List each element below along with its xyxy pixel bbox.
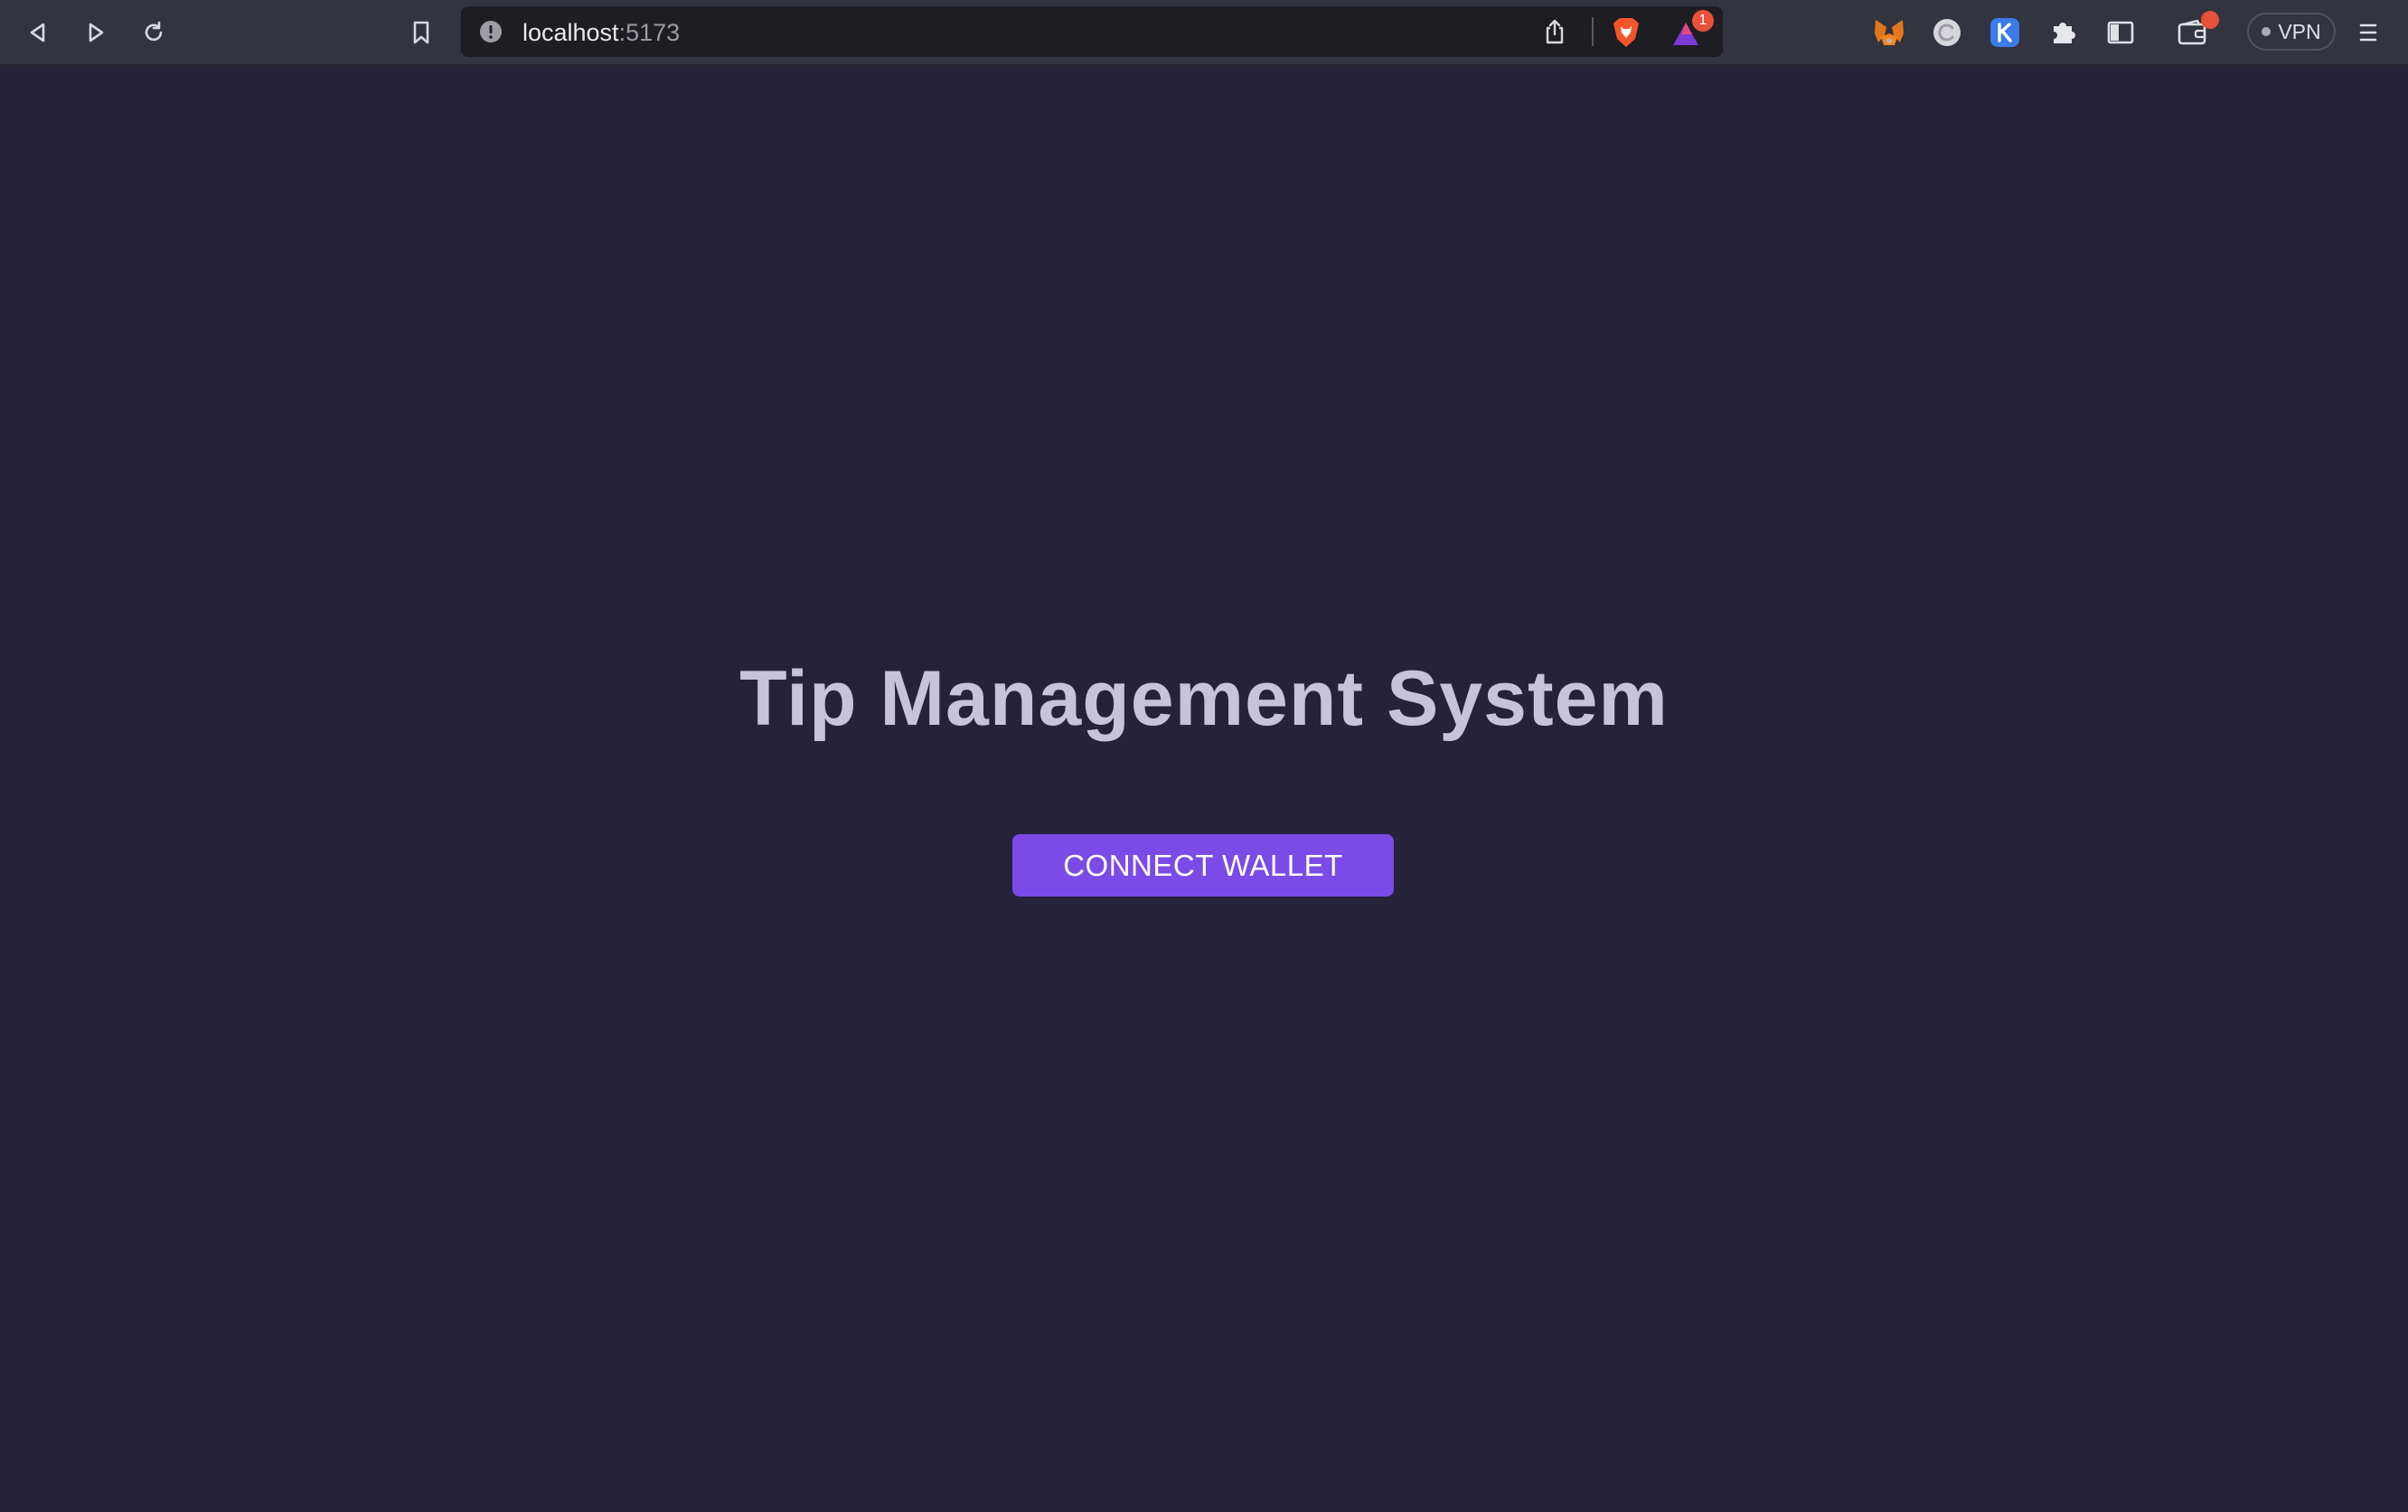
wallet-notification-dot bbox=[2201, 11, 2219, 29]
sidebar-toggle-icon[interactable] bbox=[2102, 14, 2139, 51]
vpn-button[interactable]: VPN bbox=[2247, 13, 2336, 51]
vpn-status-dot bbox=[2262, 27, 2272, 36]
extension-c-icon[interactable] bbox=[1929, 14, 1965, 51]
forward-icon[interactable] bbox=[78, 14, 114, 51]
url-host: localhost bbox=[522, 19, 619, 46]
reload-icon[interactable] bbox=[136, 14, 172, 51]
bookmark-icon[interactable] bbox=[403, 14, 439, 51]
metamask-fox-icon[interactable] bbox=[1871, 14, 1907, 51]
extension-k-icon[interactable] bbox=[1987, 14, 2023, 51]
share-icon[interactable] bbox=[1542, 18, 1567, 50]
page-content: Tip Management System CONNECT WALLET bbox=[0, 65, 2408, 1512]
url-port: :5173 bbox=[618, 19, 681, 46]
connect-wallet-button[interactable]: CONNECT WALLET bbox=[1012, 834, 1394, 897]
extensions-puzzle-icon[interactable] bbox=[2045, 14, 2081, 51]
address-bar[interactable]: localhost:5173 1 bbox=[461, 6, 1723, 57]
back-icon[interactable] bbox=[20, 14, 56, 51]
vpn-label: VPN bbox=[2278, 19, 2321, 43]
rewards-badge: 1 bbox=[1692, 10, 1714, 32]
menu-icon[interactable] bbox=[2350, 14, 2386, 51]
site-info-icon[interactable] bbox=[479, 20, 503, 48]
brave-shields-icon[interactable] bbox=[1611, 15, 1641, 54]
url-text: localhost:5173 bbox=[522, 19, 680, 47]
address-divider bbox=[1592, 17, 1594, 46]
page-title: Tip Management System bbox=[739, 655, 1669, 742]
browser-toolbar: localhost:5173 1 VPN bbox=[0, 0, 2408, 65]
